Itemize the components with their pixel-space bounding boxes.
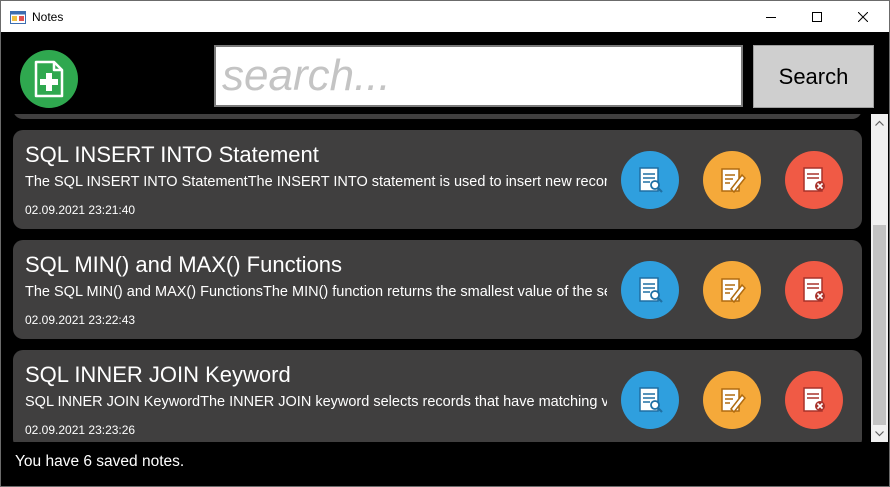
- edit-note-button[interactable]: [703, 261, 761, 319]
- search-button[interactable]: Search: [753, 45, 874, 108]
- chevron-down-icon: [875, 430, 884, 436]
- view-note-icon: [639, 167, 663, 193]
- edit-note-icon: [721, 278, 747, 304]
- scroll-up-button[interactable]: [871, 114, 888, 131]
- status-text: You have 6 saved notes.: [15, 453, 185, 470]
- note-preview: The SQL INSERT INTO StatementThe INSERT …: [25, 174, 607, 190]
- search-input[interactable]: [214, 45, 743, 107]
- maximize-icon: [812, 11, 822, 22]
- note-card[interactable]: SQL INNER JOIN Keyword SQL INNER JOIN Ke…: [13, 350, 862, 442]
- view-note-button[interactable]: [621, 371, 679, 429]
- vertical-scrollbar[interactable]: [871, 114, 888, 442]
- note-title: SQL INNER JOIN Keyword: [25, 362, 291, 387]
- edit-note-button[interactable]: [703, 371, 761, 429]
- add-note-button[interactable]: [20, 50, 78, 108]
- note-title: SQL MIN() and MAX() Functions: [25, 252, 343, 277]
- title-bar[interactable]: Notes: [1, 1, 889, 32]
- close-icon: [858, 11, 868, 22]
- delete-note-icon: [803, 167, 825, 192]
- note-card[interactable]: SQL MIN() and MAX() Functions The SQL MI…: [13, 240, 862, 339]
- close-button[interactable]: [840, 1, 886, 32]
- delete-note-button[interactable]: [785, 371, 843, 429]
- note-card[interactable]: SQL INSERT INTO Statement The SQL INSERT…: [13, 130, 862, 229]
- note-date: 02.09.2021 23:23:26: [25, 423, 136, 437]
- delete-note-button[interactable]: [785, 261, 843, 319]
- add-note-icon: [34, 60, 64, 98]
- note-preview: The SQL MIN() and MAX() FunctionsThe MIN…: [25, 284, 607, 300]
- chevron-up-icon: [875, 120, 884, 126]
- view-note-icon: [639, 387, 663, 413]
- main-content: Search SQL INSERT INTO Statement The SQL…: [1, 32, 889, 486]
- note-card-partial[interactable]: [13, 114, 862, 119]
- note-title: SQL INSERT INTO Statement: [25, 142, 319, 167]
- delete-note-button[interactable]: [785, 151, 843, 209]
- scrollbar-thumb[interactable]: [873, 225, 886, 425]
- app-icon: [10, 9, 26, 25]
- edit-note-button[interactable]: [703, 151, 761, 209]
- view-note-button[interactable]: [621, 261, 679, 319]
- view-note-button[interactable]: [621, 151, 679, 209]
- delete-note-icon: [803, 387, 825, 412]
- notes-window: Notes Search SQL INSERT INTO State: [0, 0, 890, 487]
- minimize-button[interactable]: [748, 1, 794, 32]
- window-title: Notes: [32, 10, 64, 24]
- notes-list[interactable]: SQL INSERT INTO Statement The SQL INSERT…: [1, 114, 871, 442]
- view-note-icon: [639, 277, 663, 303]
- scroll-down-button[interactable]: [871, 425, 888, 442]
- edit-note-icon: [721, 388, 747, 414]
- edit-note-icon: [721, 168, 747, 194]
- maximize-button[interactable]: [794, 1, 840, 32]
- note-date: 02.09.2021 23:22:43: [25, 313, 136, 327]
- note-date: 02.09.2021 23:21:40: [25, 203, 136, 217]
- minimize-icon: [766, 16, 776, 18]
- note-preview: SQL INNER JOIN KeywordThe INNER JOIN key…: [25, 394, 607, 410]
- delete-note-icon: [803, 277, 825, 302]
